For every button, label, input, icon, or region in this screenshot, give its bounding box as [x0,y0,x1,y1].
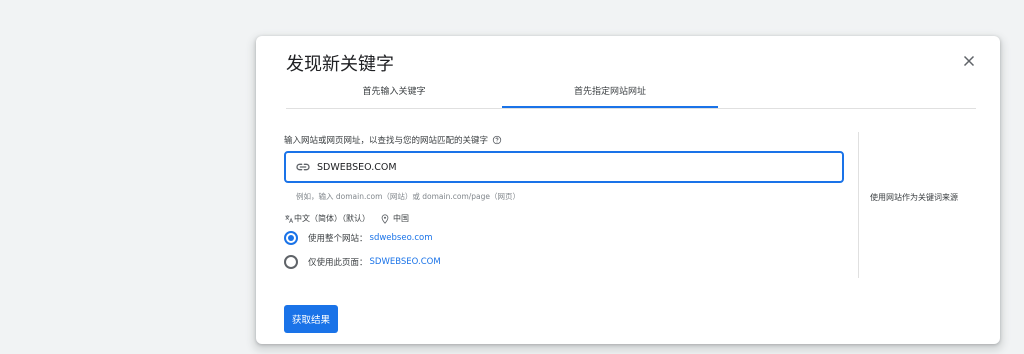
option-this-page-value: SDWEBSEO.COM [369,257,441,267]
help-circle-icon[interactable] [492,135,502,145]
url-prompt: 输入网站或网页网址，以查找与您的网站匹配的关键字 [284,134,502,146]
tab-website-first[interactable]: 首先指定网站网址 [502,84,718,108]
url-input[interactable] [317,161,817,173]
option-this-page[interactable]: 仅使用此页面： SDWEBSEO.COM [284,255,441,269]
tab-bar: 首先输入关键字 首先指定网站网址 [286,80,976,109]
translate-icon[interactable] [284,214,294,224]
option-this-page-label: 仅使用此页面： [308,258,368,268]
link-icon [295,159,311,175]
radio-this-page[interactable] [284,255,298,269]
close-icon[interactable] [960,52,978,70]
location-setting[interactable]: 中国 [393,213,409,224]
keyword-discovery-dialog: 发现新关键字 首先输入关键字 首先指定网站网址 输入网站或网页网址，以查找与您的… [256,36,1000,344]
radio-whole-site[interactable] [284,231,298,245]
option-whole-site[interactable]: 使用整个网站： sdwebseo.com [284,231,432,245]
option-whole-site-value: sdwebseo.com [369,233,433,243]
targeting-settings: 中文（简体）（默认） 中国 [284,213,409,224]
option-whole-site-label: 使用整个网站： [308,234,368,244]
location-pin-icon[interactable] [380,213,390,224]
vertical-divider [858,132,859,278]
url-input-field[interactable] [284,151,844,183]
dialog-title: 发现新关键字 [286,54,394,75]
url-prompt-text: 输入网站或网页网址，以查找与您的网站匹配的关键字 [284,136,489,146]
get-results-button[interactable]: 获取结果 [284,305,338,333]
language-setting[interactable]: 中文（简体）（默认） [294,213,370,224]
tab-keywords-first[interactable]: 首先输入关键字 [286,84,502,107]
side-note: 使用网站作为关键词来源 [870,193,958,202]
example-hint: 例如，输入 domain.com（网站）或 domain.com/page（网页… [296,192,521,201]
